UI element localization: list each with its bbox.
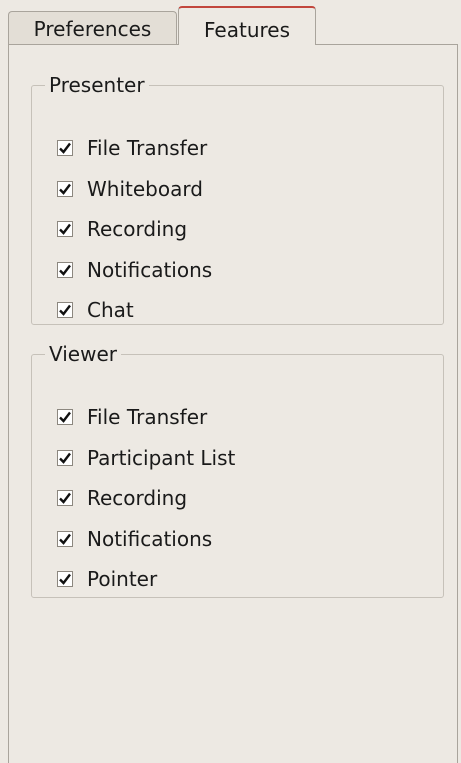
checkbox-label: Whiteboard: [87, 176, 203, 201]
checkbox[interactable]: [57, 140, 73, 157]
viewer-participant-list-checkbox[interactable]: Participant List: [57, 438, 235, 479]
checkbox-label: Pointer: [87, 567, 158, 592]
checkbox[interactable]: [57, 261, 73, 278]
viewer-group: Viewer File Transfer Participant List Re…: [31, 342, 444, 600]
presenter-whiteboard-checkbox[interactable]: Whiteboard: [57, 169, 212, 210]
viewer-recording-checkbox[interactable]: Recording: [57, 478, 235, 519]
checkmark-icon: [59, 574, 71, 586]
checkmark-icon: [59, 493, 71, 505]
checkmark-icon: [59, 264, 71, 276]
checkbox[interactable]: [57, 571, 73, 588]
viewer-notifications-checkbox[interactable]: Notifications: [57, 519, 235, 560]
checkbox-label: Notifications: [87, 526, 213, 551]
presenter-group: Presenter File Transfer Whiteboard Recor…: [31, 73, 444, 325]
checkbox[interactable]: [57, 302, 73, 319]
checkmark-icon: [59, 305, 71, 317]
checkmark-icon: [59, 452, 71, 464]
checkmark-icon: [59, 143, 71, 155]
checkbox[interactable]: [57, 409, 73, 426]
checkbox-label: Recording: [87, 217, 188, 242]
checkbox-label: Recording: [87, 486, 188, 511]
checkbox[interactable]: [57, 221, 73, 238]
checkbox-label: Chat: [87, 298, 134, 323]
viewer-group-title: Viewer: [45, 342, 121, 366]
presenter-recording-checkbox[interactable]: Recording: [57, 209, 212, 250]
tab-bar: Preferences Features: [8, 6, 461, 45]
presenter-notifications-checkbox[interactable]: Notifications: [57, 250, 212, 291]
presenter-group-title: Presenter: [45, 73, 149, 97]
presenter-file-transfer-checkbox[interactable]: File Transfer: [57, 128, 212, 169]
checkmark-icon: [59, 224, 71, 236]
checkmark-icon: [59, 412, 71, 424]
presenter-chat-checkbox[interactable]: Chat: [57, 290, 212, 331]
viewer-file-transfer-checkbox[interactable]: File Transfer: [57, 397, 235, 438]
checkmark-icon: [59, 533, 71, 545]
checkbox[interactable]: [57, 449, 73, 466]
checkbox[interactable]: [57, 530, 73, 547]
viewer-pointer-checkbox[interactable]: Pointer: [57, 559, 235, 600]
viewer-options: File Transfer Participant List Recording…: [57, 397, 235, 600]
checkbox-label: Participant List: [87, 445, 236, 470]
tab-preferences[interactable]: Preferences: [8, 11, 177, 44]
checkbox-label: File Transfer: [87, 405, 208, 430]
presenter-options: File Transfer Whiteboard Recording Notif…: [57, 128, 212, 331]
checkbox[interactable]: [57, 180, 73, 197]
checkbox[interactable]: [57, 490, 73, 507]
checkbox-label: Notifications: [87, 257, 213, 282]
features-panel: Presenter File Transfer Whiteboard Recor…: [8, 44, 458, 763]
checkbox-label: File Transfer: [87, 136, 208, 161]
tab-features[interactable]: Features: [178, 6, 316, 45]
checkmark-icon: [59, 183, 71, 195]
